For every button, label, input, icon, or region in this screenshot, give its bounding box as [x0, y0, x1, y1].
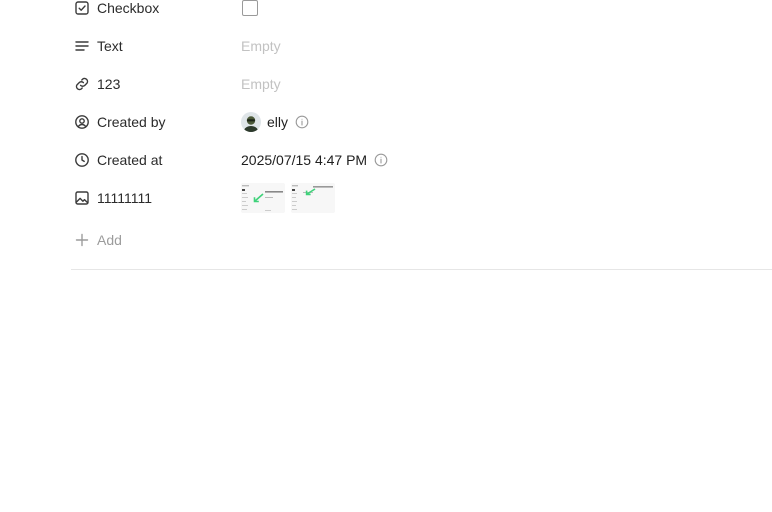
image-thumbnail[interactable] — [241, 183, 285, 213]
property-label-text[interactable]: Text — [74, 27, 123, 65]
info-icon[interactable] — [374, 153, 388, 167]
property-row-created-at: Created at 2025/07/15 4:47 PM — [0, 141, 772, 179]
avatar[interactable] — [241, 112, 261, 132]
text-lines-icon — [74, 38, 90, 54]
property-label-created-at[interactable]: Created at — [74, 141, 162, 179]
property-value-images — [241, 179, 341, 217]
info-icon[interactable] — [295, 115, 309, 129]
property-row-checkbox: Checkbox — [0, 0, 772, 27]
property-row-created-by: Created by elly — [0, 103, 772, 141]
property-name: 123 — [97, 76, 121, 92]
property-name: Created by — [97, 114, 166, 130]
datetime-value: 2025/07/15 4:47 PM — [241, 152, 368, 168]
property-label-checkbox[interactable]: Checkbox — [74, 0, 159, 27]
property-row-123: 123 Empty — [0, 65, 772, 103]
divider — [71, 269, 772, 270]
property-value-123[interactable]: Empty — [241, 65, 281, 103]
property-value-text[interactable]: Empty — [241, 27, 281, 65]
image-thumbnail[interactable] — [291, 183, 335, 213]
add-property-label: Add — [97, 232, 122, 248]
property-name: Text — [97, 38, 123, 54]
property-name: Checkbox — [97, 0, 160, 16]
property-value-created-by: elly — [241, 103, 309, 141]
empty-placeholder: Empty — [241, 38, 281, 54]
property-row-text: Text Empty — [0, 27, 772, 65]
clock-icon — [74, 152, 90, 168]
property-name: 11111111 — [97, 190, 153, 206]
property-value-checkbox — [241, 0, 258, 27]
link-icon — [74, 76, 90, 92]
property-label-images[interactable]: 11111111 — [74, 179, 152, 217]
property-value-created-at: 2025/07/15 4:47 PM — [241, 141, 388, 179]
checkbox-icon — [74, 0, 90, 16]
empty-placeholder: Empty — [241, 76, 281, 92]
property-row-images: 11111111 — [0, 179, 772, 217]
user-circle-icon — [74, 114, 90, 130]
add-property-button[interactable]: Add — [74, 222, 122, 258]
plus-icon — [74, 232, 90, 248]
property-label-created-by[interactable]: Created by — [74, 103, 165, 141]
property-label-123[interactable]: 123 — [74, 65, 120, 103]
image-icon — [74, 190, 90, 206]
user-name: elly — [267, 114, 289, 130]
property-name: Created at — [97, 152, 163, 168]
checkbox-input[interactable] — [242, 0, 258, 16]
